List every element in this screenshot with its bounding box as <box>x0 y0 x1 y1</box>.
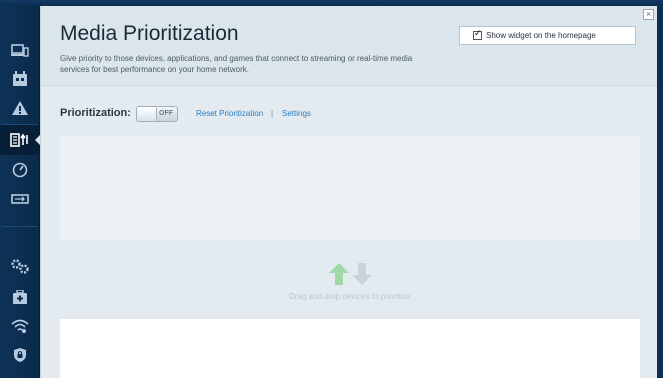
sidebar-item-connectivity-settings[interactable] <box>0 251 40 281</box>
prioritization-toggle-switch[interactable]: OFF <box>136 106 178 122</box>
panel-header: × Media Prioritization Give priority to … <box>41 6 658 86</box>
link-separator: | <box>271 109 274 118</box>
show-widget-checkbox[interactable]: Show widget on the homepage <box>459 26 636 45</box>
wifi-settings-icon <box>11 319 29 333</box>
sidebar-item-wifi-settings[interactable] <box>0 311 40 341</box>
connectivity-settings-icon <box>11 259 29 274</box>
security-icon <box>14 348 26 362</box>
arrow-up-icon <box>328 263 349 285</box>
sidebar-divider <box>2 226 38 227</box>
media-prioritization-panel: × Media Prioritization Give priority to … <box>40 6 658 378</box>
media-prioritization-icon <box>10 133 28 147</box>
troubleshooting-icon <box>13 289 27 304</box>
sidebar-item-security[interactable] <box>0 340 40 370</box>
priority-arrows <box>325 262 375 287</box>
sidebar-item-media-prioritization[interactable] <box>0 125 41 155</box>
switch-knob <box>137 107 157 121</box>
sidebar-item-devices[interactable] <box>0 36 40 66</box>
sidebar-item-parental-controls[interactable] <box>0 64 40 94</box>
sidebar-nav <box>0 6 41 378</box>
page-description: Give priority to those devices, applicat… <box>60 54 413 74</box>
close-button[interactable]: × <box>643 9 654 20</box>
normal-priority-drop-zone[interactable] <box>60 319 640 378</box>
drag-drop-hint: Drag and drop devices to prioritize <box>60 262 640 307</box>
alert-icon <box>12 101 28 115</box>
settings-link[interactable]: Settings <box>282 109 311 118</box>
reset-prioritization-link[interactable]: Reset Prioritization <box>196 109 263 118</box>
switch-state-label: OFF <box>159 110 173 117</box>
sidebar-item-external-storage[interactable] <box>0 184 40 214</box>
show-widget-label: Show widget on the homepage <box>486 31 596 40</box>
devices-icon <box>11 44 29 57</box>
arrow-down-icon <box>351 263 372 285</box>
window-right-strip <box>657 6 663 378</box>
external-storage-icon <box>11 194 29 204</box>
prioritization-label: Prioritization: <box>60 107 131 119</box>
sidebar-item-speed-test[interactable] <box>0 155 40 185</box>
page-title: Media Prioritization <box>60 22 239 45</box>
parental-controls-icon <box>13 71 27 86</box>
speed-test-icon <box>12 162 28 178</box>
high-priority-drop-zone[interactable] <box>60 136 640 240</box>
checkbox-checked-icon[interactable] <box>473 29 482 40</box>
prioritization-controls: Prioritization: OFF Reset Prioritization… <box>60 106 620 122</box>
sidebar-item-alerts[interactable] <box>0 93 40 123</box>
drag-drop-hint-text: Drag and drop devices to prioritize <box>289 292 411 301</box>
sidebar-item-troubleshooting[interactable] <box>0 282 40 312</box>
